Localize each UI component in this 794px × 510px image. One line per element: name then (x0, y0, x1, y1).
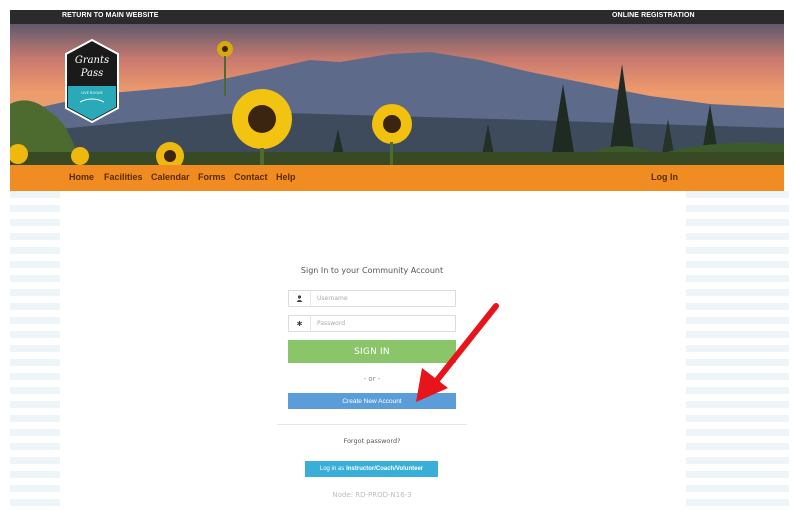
top-bar: RETURN TO MAIN WEBSITE ONLINE REGISTRATI… (10, 10, 784, 24)
divider (277, 424, 467, 425)
instructor-login-prefix: Log in as (319, 466, 345, 472)
header-banner (10, 24, 784, 165)
logo-tagline: LIVE ROGUE (81, 91, 102, 95)
red-arrow-icon (416, 303, 499, 402)
nav-calendar[interactable]: Calendar (151, 172, 190, 182)
grants-pass-logo[interactable]: Grants Pass LIVE ROGUE (64, 38, 120, 124)
nav-home[interactable]: Home (69, 172, 94, 182)
logo-text-pass: Pass (80, 68, 104, 79)
side-pattern-left (10, 191, 60, 510)
banner-landscape-image (10, 41, 784, 165)
user-icon (289, 291, 311, 306)
nav-contact[interactable]: Contact (234, 172, 268, 182)
nav-log-in[interactable]: Log In (651, 172, 678, 182)
nav-facilities[interactable]: Facilities (104, 172, 143, 182)
logo-text-grants: Grants (75, 55, 109, 66)
return-to-main-website-link[interactable]: RETURN TO MAIN WEBSITE (62, 12, 159, 19)
instructor-login-role: Instructor/Coach/Volunteer (346, 466, 424, 472)
sign-in-title: Sign In to your Community Account (300, 266, 444, 275)
nav-help[interactable]: Help (276, 172, 296, 182)
instructor-login-button[interactable]: Log in as Instructor/Coach/Volunteer (305, 461, 438, 477)
online-registration-link[interactable]: ONLINE REGISTRATION (612, 12, 695, 19)
nav-forms[interactable]: Forms (198, 172, 226, 182)
main-nav: Home Facilities Calendar Forms Contact H… (10, 165, 784, 191)
asterisk-icon: ✱ (289, 316, 311, 331)
forgot-password-link[interactable]: Forgot password? (288, 437, 456, 445)
node-id: Node: RD-PROD-N16-3 (332, 491, 412, 499)
side-pattern-right (686, 191, 789, 510)
